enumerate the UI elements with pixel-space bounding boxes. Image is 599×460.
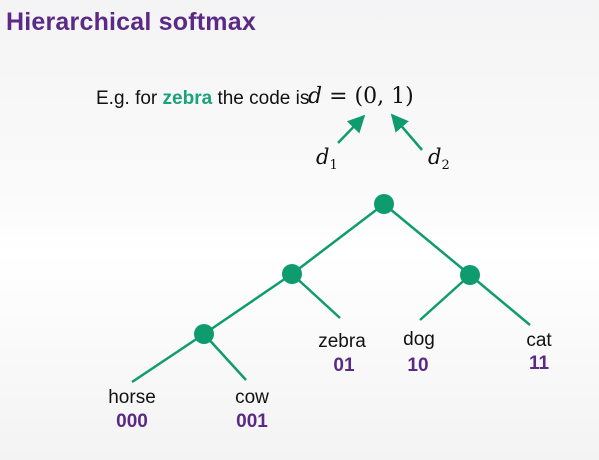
edge-right-dog [419, 274, 471, 321]
leaf-code-dog: 10 [407, 355, 429, 376]
arrow-d1 [337, 114, 366, 144]
leaf-code-cat: 11 [528, 353, 550, 374]
leaf-word-cow: cow [235, 387, 269, 408]
slide: Hierarchical softmax E.g. for zebra the … [0, 0, 599, 460]
leaf-word-horse: horse [108, 387, 156, 408]
arrow-d2 [390, 113, 423, 151]
tree-diagram [131, 113, 531, 384]
edge-root-right [383, 203, 471, 276]
edge-root-left [291, 203, 385, 275]
tree-node-root [374, 194, 394, 214]
edge-inner-horse [131, 332, 205, 384]
edge-left-inner [203, 272, 293, 336]
tree-node-inner [194, 324, 214, 344]
leaf-code-horse: 000 [116, 411, 148, 432]
leaf-word-zebra: zebra [318, 331, 366, 352]
tree-node-right [460, 265, 480, 285]
tree-node-left [282, 264, 302, 284]
edge-right-cat [469, 274, 531, 326]
leaf-code-cow: 001 [236, 411, 268, 432]
leaf-word-cat: cat [526, 330, 552, 351]
leaf-code-zebra: 01 [333, 355, 355, 376]
leaf-word-dog: dog [403, 329, 435, 350]
